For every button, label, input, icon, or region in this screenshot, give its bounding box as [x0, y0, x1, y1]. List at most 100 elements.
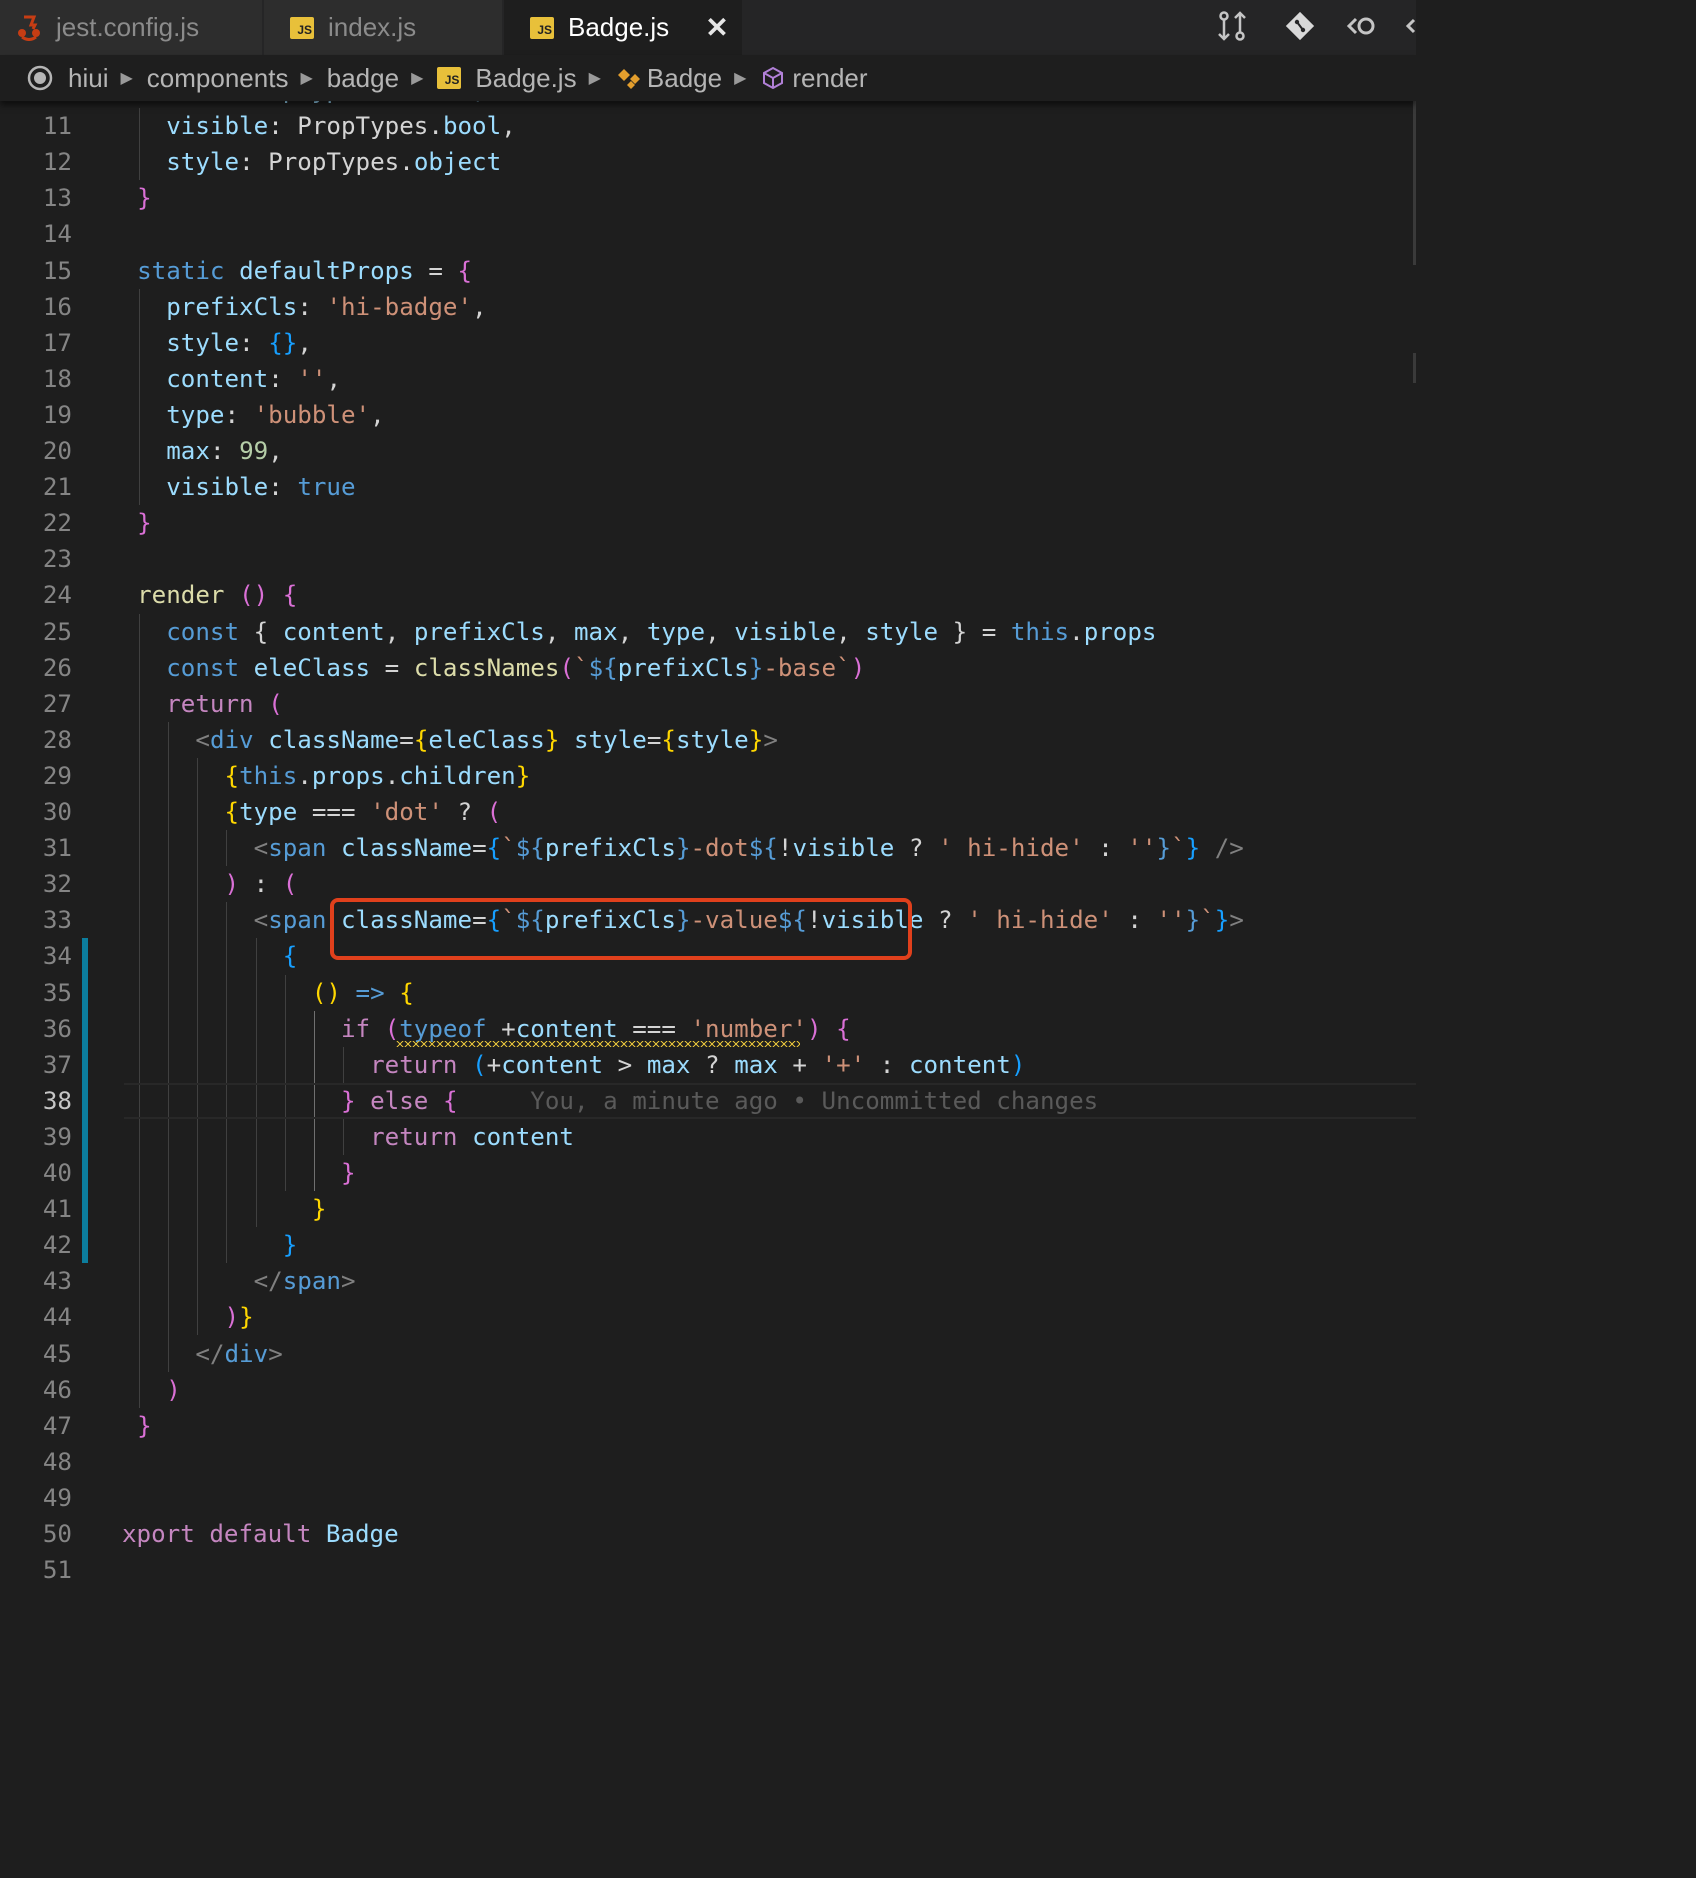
code-line[interactable]: 18 content: '', — [0, 361, 1416, 397]
code-line[interactable]: 38 } else { You, a minute ago • Uncommit… — [0, 1083, 1416, 1119]
code-line[interactable]: 16 prefixCls: 'hi-badge', — [0, 289, 1416, 325]
code-line[interactable]: 51 — [0, 1552, 1416, 1588]
code-token: ` — [501, 834, 516, 863]
code-line[interactable]: 37 return (+content > max ? max + '+' : … — [0, 1047, 1416, 1083]
code-line[interactable]: 32 ) : ( — [0, 866, 1416, 902]
code-token: true — [297, 473, 356, 502]
code-token: { — [413, 725, 429, 754]
line-number: 18 — [42, 364, 72, 393]
breadcrumb-label: render — [792, 62, 868, 93]
code-text: prefixCls: 'hi-badge', — [108, 289, 486, 325]
code-token: : — [297, 292, 327, 321]
code-line[interactable]: 48 — [0, 1444, 1416, 1480]
compare-changes-icon[interactable] — [1212, 6, 1252, 46]
code-line[interactable]: 12 style: PropTypes.object — [0, 144, 1416, 180]
code-line[interactable]: 49 — [0, 1480, 1416, 1516]
code-line[interactable]: 27 return ( — [0, 686, 1416, 722]
code-token: return — [370, 1122, 458, 1151]
code-line[interactable]: 20 max: 99, — [0, 433, 1416, 469]
breadcrumb-item-badge-class[interactable]: Badge — [615, 63, 722, 94]
chevron-right-icon: ▶ — [734, 70, 747, 87]
code-line[interactable]: 31 <span className={`${prefixCls}-dot${!… — [0, 830, 1416, 866]
code-editor[interactable]: 10 max: PropTypes.number,11 visible: Pro… — [0, 95, 1416, 1878]
code-line[interactable]: 25 const { content, prefixCls, max, type… — [0, 614, 1416, 650]
code-line[interactable]: 28 <div className={eleClass} style={styl… — [0, 722, 1416, 758]
code-line[interactable]: 43 </span> — [0, 1263, 1416, 1299]
code-token: } — [311, 1195, 327, 1224]
code-token: max — [108, 437, 210, 465]
code-line[interactable]: 45 </div> — [0, 1336, 1416, 1372]
line-number: 46 — [42, 1375, 72, 1404]
code-line[interactable]: 22 } — [0, 505, 1416, 541]
code-text: )} — [108, 1299, 254, 1335]
code-line[interactable]: 29 {this.props.children} — [0, 758, 1416, 794]
code-line[interactable]: 30 {type === 'dot' ? ( — [0, 794, 1416, 830]
code-token: 'dot' — [370, 798, 443, 826]
method-cube-icon — [763, 66, 784, 90]
tab-label: index.js — [328, 12, 417, 42]
code-line[interactable]: 17 style: {}, — [0, 325, 1416, 361]
code-text: } — [108, 1227, 298, 1263]
code-token: } — [748, 725, 764, 754]
code-token: , — [384, 617, 414, 646]
code-line[interactable]: 21 visible: true — [0, 469, 1416, 505]
breadcrumb-item-render[interactable]: render — [760, 62, 868, 94]
code-text: {type === 'dot' ? ( — [108, 794, 502, 830]
class-symbol-icon — [617, 69, 640, 89]
code-token: visible — [734, 617, 837, 646]
code-line[interactable]: 11 visible: PropTypes.bool, — [0, 108, 1416, 144]
code-line[interactable]: 23 — [0, 541, 1416, 577]
code-line[interactable]: 35 () => { — [0, 975, 1416, 1011]
code-line[interactable]: 13 } — [0, 180, 1416, 216]
code-token: { — [224, 798, 240, 826]
tab-jest-config[interactable]: jest.config.js — [0, 0, 262, 55]
line-number: 20 — [42, 437, 72, 465]
tab-badge[interactable]: JS Badge.js ✕ — [504, 0, 742, 55]
code-line[interactable]: 14 — [0, 216, 1416, 252]
code-line[interactable]: 15 static defaultProps = { — [0, 253, 1416, 289]
chevron-right-icon: ▶ — [300, 70, 313, 87]
code-token: { — [282, 942, 298, 971]
code-line[interactable]: 41 } — [0, 1191, 1416, 1227]
code-token: content — [908, 1050, 1011, 1079]
line-number: 29 — [42, 761, 72, 790]
go-back-icon[interactable] — [1342, 6, 1382, 46]
git-commit-icon[interactable] — [1280, 6, 1320, 46]
code-line[interactable]: 40 } — [0, 1155, 1416, 1191]
code-token: : — [224, 400, 254, 429]
code-token: < — [195, 725, 210, 754]
breadcrumb-item-badge-file[interactable]: JS Badge.js — [437, 63, 577, 94]
code-text: } — [108, 1155, 356, 1191]
code-line[interactable]: 26 const eleClass = classNames(`${prefix… — [0, 650, 1416, 686]
close-icon[interactable]: ✕ — [705, 11, 728, 44]
breadcrumb-item-hiui[interactable]: hiui — [26, 63, 108, 94]
code-line[interactable]: 44 )} — [0, 1299, 1416, 1335]
code-line[interactable]: 42 } — [0, 1227, 1416, 1263]
code-line[interactable]: 50 xport default Badge — [0, 1516, 1416, 1552]
code-token: className — [268, 725, 400, 754]
breadcrumb-item-components[interactable]: components — [147, 63, 289, 94]
code-token: : PropTypes — [268, 112, 429, 141]
code-token: props — [1083, 617, 1157, 646]
code-line[interactable]: 24 render () { — [0, 577, 1416, 613]
tab-index[interactable]: JS index.js — [264, 0, 502, 55]
code-token: else — [370, 1086, 429, 1115]
git-blame-annotation: You, a minute ago • Uncommitted changes — [457, 1086, 1099, 1115]
tab-bar: jest.config.js JS index.js JS Badge.js ✕ — [0, 0, 1416, 55]
jest-icon — [18, 15, 40, 41]
code-line[interactable]: 19 type: 'bubble', — [0, 397, 1416, 433]
code-line[interactable]: 39 return content — [0, 1119, 1416, 1155]
code-token: , — [370, 400, 385, 429]
code-line[interactable]: 47 } — [0, 1408, 1416, 1444]
code-line[interactable]: 46 ) — [0, 1372, 1416, 1408]
more-actions-icon[interactable] — [1398, 6, 1416, 46]
breadcrumb-item-badge-folder[interactable]: badge — [327, 63, 399, 94]
